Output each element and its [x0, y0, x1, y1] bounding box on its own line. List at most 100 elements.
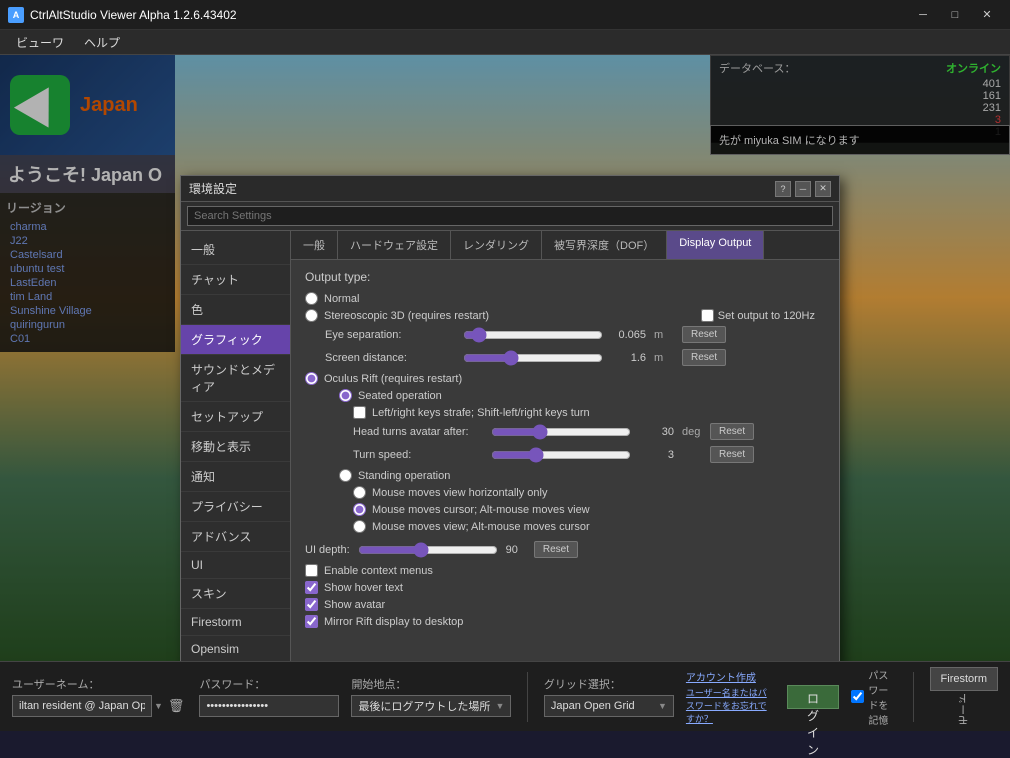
nav-sound[interactable]: サウンドとメディア — [181, 355, 290, 402]
ui-depth-slider[interactable] — [358, 542, 498, 558]
menu-viewer[interactable]: ビューワ — [8, 31, 72, 54]
dialog-title-bar: 環境設定 ? ─ ✕ — [181, 176, 839, 202]
standing-label: Standing operation — [358, 470, 450, 482]
search-input[interactable] — [187, 206, 833, 226]
stereoscopic-radio[interactable] — [305, 309, 318, 322]
maximize-button[interactable]: □ — [940, 5, 970, 25]
leftright-checkbox-row: Left/right keys strafe; Shift-left/right… — [305, 406, 825, 419]
tab-hardware[interactable]: ハードウェア設定 — [338, 231, 451, 259]
enable-context-checkbox[interactable] — [305, 564, 318, 577]
mouse-view-radio[interactable] — [353, 520, 366, 533]
username-label: ユーザーネーム： — [12, 676, 187, 692]
nav-movement[interactable]: 移動と表示 — [181, 432, 290, 462]
tab-rendering[interactable]: レンダリング — [451, 231, 542, 259]
firestorm-button[interactable]: Firestorm — [930, 667, 998, 691]
dialog-search-bar — [181, 202, 839, 231]
screen-distance-slider[interactable] — [463, 350, 603, 366]
mouse-cursor-radio[interactable] — [353, 503, 366, 516]
leftright-label: Left/right keys strafe; Shift-left/right… — [372, 407, 590, 419]
nav-ui[interactable]: UI — [181, 552, 290, 579]
screen-dist-label: Screen distance: — [325, 352, 455, 364]
set-120hz-checkbox[interactable] — [701, 309, 714, 322]
grid-group: グリッド選択： Japan Open Grid ▼ — [544, 676, 674, 717]
head-turns-unit: deg — [682, 426, 702, 438]
show-hover-checkbox[interactable] — [305, 581, 318, 594]
show-hover-row: Show hover text — [305, 581, 825, 594]
remember-row: パスワードを記憶 — [851, 667, 897, 727]
show-avatar-checkbox[interactable] — [305, 598, 318, 611]
normal-radio-row: Normal — [305, 292, 825, 305]
grid-dropdown[interactable]: Japan Open Grid ▼ — [544, 695, 674, 717]
window-title: CtrlAltStudio Viewer Alpha 1.2.6.43402 — [30, 8, 908, 22]
oculus-label: Oculus Rift (requires restart) — [324, 373, 462, 385]
head-turns-reset-btn[interactable]: Reset — [710, 423, 754, 440]
nav-graphics[interactable]: グラフィック — [181, 325, 290, 355]
normal-radio[interactable] — [305, 292, 318, 305]
login-button[interactable]: ログイン — [787, 685, 840, 709]
tab-display-output[interactable]: Display Output — [667, 231, 764, 259]
account-links: アカウント作成 ユーザー名またはパスワードをお忘れですか？ — [686, 669, 775, 725]
nav-opensim[interactable]: Opensim — [181, 636, 290, 661]
seated-radio[interactable] — [339, 389, 352, 402]
screen-distance-row: Screen distance: 1.6 m Reset — [305, 349, 825, 366]
head-turns-slider[interactable] — [491, 424, 631, 440]
mouse-horizontal-radio[interactable] — [353, 486, 366, 499]
ui-depth-reset-btn[interactable]: Reset — [534, 541, 578, 558]
ui-depth-row: UI depth: 90 Reset — [305, 541, 825, 558]
nav-notify[interactable]: 通知 — [181, 462, 290, 492]
screen-dist-val: 1.6 — [611, 352, 646, 364]
dialog-help-button[interactable]: ? — [775, 181, 791, 197]
dialog-close-button[interactable]: ✕ — [815, 181, 831, 197]
mouse-cursor-row: Mouse moves cursor; Alt-mouse moves view — [305, 503, 825, 516]
nav-chat[interactable]: チャット — [181, 265, 290, 295]
turn-speed-slider[interactable] — [491, 447, 631, 463]
nav-color[interactable]: 色 — [181, 295, 290, 325]
turn-speed-reset-btn[interactable]: Reset — [710, 446, 754, 463]
leftright-checkbox[interactable] — [353, 406, 366, 419]
nav-firestorm[interactable]: Firestorm — [181, 609, 290, 636]
main-content: データベース： オンライン 401 161 231 3 1 先が miyuka … — [0, 55, 1010, 661]
eye-sep-reset-btn[interactable]: Reset — [682, 326, 726, 343]
tab-general[interactable]: 一般 — [291, 231, 338, 259]
menu-bar: ビューワ ヘルプ — [0, 30, 1010, 55]
screen-dist-reset-btn[interactable]: Reset — [682, 349, 726, 366]
username-clear-icon[interactable]: 🗑 — [165, 698, 188, 714]
seated-label: Seated operation — [358, 390, 442, 402]
password-input[interactable] — [199, 695, 339, 717]
oculus-radio[interactable] — [305, 372, 318, 385]
mirror-rift-checkbox[interactable] — [305, 615, 318, 628]
ui-depth-label: UI depth: — [305, 544, 350, 556]
standing-radio[interactable] — [339, 469, 352, 482]
menu-help[interactable]: ヘルプ — [76, 31, 128, 54]
bottom-bar: ユーザーネーム： ▼ 🗑 パスワード： 開始地点： 最後にログアウトした場所 ▼… — [0, 661, 1010, 731]
title-bar: A CtrlAltStudio Viewer Alpha 1.2.6.43402… — [0, 0, 1010, 30]
tab-dof[interactable]: 被写界深度（DOF） — [542, 231, 667, 259]
remember-checkbox[interactable] — [851, 690, 864, 703]
show-avatar-row: Show avatar — [305, 598, 825, 611]
nav-privacy[interactable]: プライバシー — [181, 492, 290, 522]
location-label: 開始地点： — [351, 676, 511, 692]
enable-context-label: Enable context menus — [324, 565, 433, 577]
location-dropdown[interactable]: 最後にログアウトした場所 ▼ — [351, 695, 511, 717]
mouse-cursor-label: Mouse moves cursor; Alt-mouse moves view — [372, 504, 590, 516]
username-dropdown-arrow[interactable]: ▼ — [154, 701, 163, 711]
account-create-link[interactable]: アカウント作成 — [686, 669, 775, 684]
nav-skin[interactable]: スキン — [181, 579, 290, 609]
dialog-title: 環境設定 — [189, 180, 237, 197]
mouse-view-row: Mouse moves view; Alt-mouse moves cursor — [305, 520, 825, 533]
username-input[interactable] — [12, 695, 152, 717]
dialog-minimize-button[interactable]: ─ — [795, 181, 811, 197]
minimize-button[interactable]: ─ — [908, 5, 938, 25]
forgot-password-link[interactable]: ユーザー名またはパスワードをお忘れですか？ — [686, 686, 775, 725]
turn-speed-row: Turn speed: 3 Reset — [305, 446, 825, 463]
standing-radio-row: Standing operation — [305, 469, 825, 482]
password-label: パスワード： — [199, 676, 339, 692]
enable-context-row: Enable context menus — [305, 564, 825, 577]
set-120hz-label: Set output to 120Hz — [718, 310, 815, 322]
eye-separation-slider[interactable] — [463, 327, 603, 343]
mouse-horizontal-label: Mouse moves view horizontally only — [372, 487, 547, 499]
nav-general[interactable]: 一般 — [181, 235, 290, 265]
nav-advance[interactable]: アドバンス — [181, 522, 290, 552]
nav-setup[interactable]: セットアップ — [181, 402, 290, 432]
close-button[interactable]: ✕ — [972, 5, 1002, 25]
